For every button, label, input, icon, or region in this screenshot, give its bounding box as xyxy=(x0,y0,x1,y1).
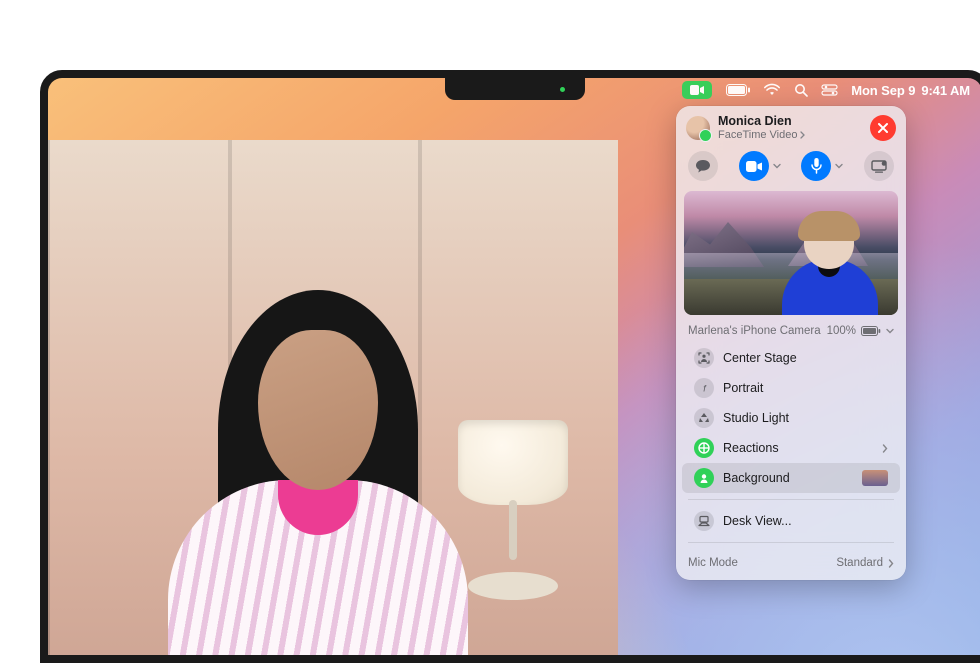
option-center-stage[interactable]: Center Stage xyxy=(682,343,900,373)
battery-percent: 100% xyxy=(827,325,856,337)
chevron-right-icon xyxy=(882,444,888,453)
caller-name: Monica Dien xyxy=(718,115,862,129)
background-thumbnail xyxy=(862,470,888,486)
screen-share-button[interactable] xyxy=(864,151,894,181)
center-stage-icon xyxy=(694,348,714,368)
option-label: Center Stage xyxy=(723,351,797,365)
battery-icon[interactable] xyxy=(726,84,750,96)
reactions-icon xyxy=(694,438,714,458)
remote-participant xyxy=(128,260,508,660)
screen-share-icon xyxy=(871,160,887,173)
mic-mode-value: Standard xyxy=(836,557,883,569)
call-controls-row xyxy=(676,147,906,191)
self-preview[interactable] xyxy=(684,191,898,315)
option-label: Studio Light xyxy=(723,411,789,425)
option-desk-view[interactable]: Desk View... xyxy=(682,506,900,536)
option-label: Portrait xyxy=(723,381,763,395)
portrait-icon: f xyxy=(694,378,714,398)
mic-mode-label: Mic Mode xyxy=(688,557,738,569)
separator xyxy=(688,499,894,500)
studio-light-icon xyxy=(694,408,714,428)
caller-info[interactable]: Monica Dien FaceTime Video xyxy=(718,115,862,141)
menubar-clock[interactable]: Mon Sep 9 9:41 AM xyxy=(851,83,970,98)
facetime-control-panel: Monica Dien FaceTime Video xyxy=(676,106,906,580)
menubar-time: 9:41 AM xyxy=(921,83,970,98)
chevron-down-icon[interactable] xyxy=(835,162,843,170)
camera-toggle-group xyxy=(739,151,781,181)
svg-text:f: f xyxy=(703,383,707,393)
message-icon xyxy=(695,159,711,174)
mic-toggle-button[interactable] xyxy=(801,151,831,181)
microphone-icon xyxy=(811,158,822,174)
option-label: Reactions xyxy=(723,441,779,455)
option-studio-light[interactable]: Studio Light xyxy=(682,403,900,433)
mic-mode-row[interactable]: Mic Mode Standard xyxy=(676,549,906,580)
battery-icon xyxy=(861,326,881,336)
camera-led-indicator xyxy=(560,87,565,92)
chevron-down-icon[interactable] xyxy=(773,162,781,170)
spotlight-icon[interactable] xyxy=(794,83,808,97)
self-video-figure xyxy=(776,211,886,315)
call-type-label: FaceTime Video xyxy=(718,129,862,141)
camera-source-row[interactable]: Marlena's iPhone Camera 100% xyxy=(676,315,906,343)
control-center-icon[interactable] xyxy=(822,84,837,96)
facetime-active-indicator[interactable] xyxy=(682,81,712,99)
facetime-main-video[interactable] xyxy=(48,140,618,660)
background-icon xyxy=(694,468,714,488)
camera-source-label: Marlena's iPhone Camera xyxy=(688,325,821,337)
menubar-date: Mon Sep 9 xyxy=(851,83,915,98)
separator xyxy=(688,542,894,543)
option-label: Desk View... xyxy=(723,514,792,528)
display-notch xyxy=(445,78,585,100)
camera-battery-status: 100% xyxy=(827,325,894,337)
option-reactions[interactable]: Reactions xyxy=(682,433,900,463)
messages-button[interactable] xyxy=(688,151,718,181)
chevron-right-icon xyxy=(888,559,894,568)
video-icon xyxy=(746,161,762,172)
wifi-icon[interactable] xyxy=(764,84,780,96)
option-portrait[interactable]: f Portrait xyxy=(682,373,900,403)
end-call-button[interactable] xyxy=(870,115,896,141)
option-background[interactable]: Background xyxy=(682,463,900,493)
chevron-down-icon xyxy=(886,327,894,335)
panel-header: Monica Dien FaceTime Video xyxy=(676,106,906,147)
close-icon xyxy=(877,122,889,134)
desk-view-icon xyxy=(694,511,714,531)
chevron-right-icon xyxy=(800,131,805,139)
mic-toggle-group xyxy=(801,151,843,181)
macbook-frame: Mon Sep 9 9:41 AM Monica Dien FaceTime V… xyxy=(40,70,980,663)
option-label: Background xyxy=(723,471,790,485)
caller-avatar[interactable] xyxy=(686,116,710,140)
camera-toggle-button[interactable] xyxy=(739,151,769,181)
